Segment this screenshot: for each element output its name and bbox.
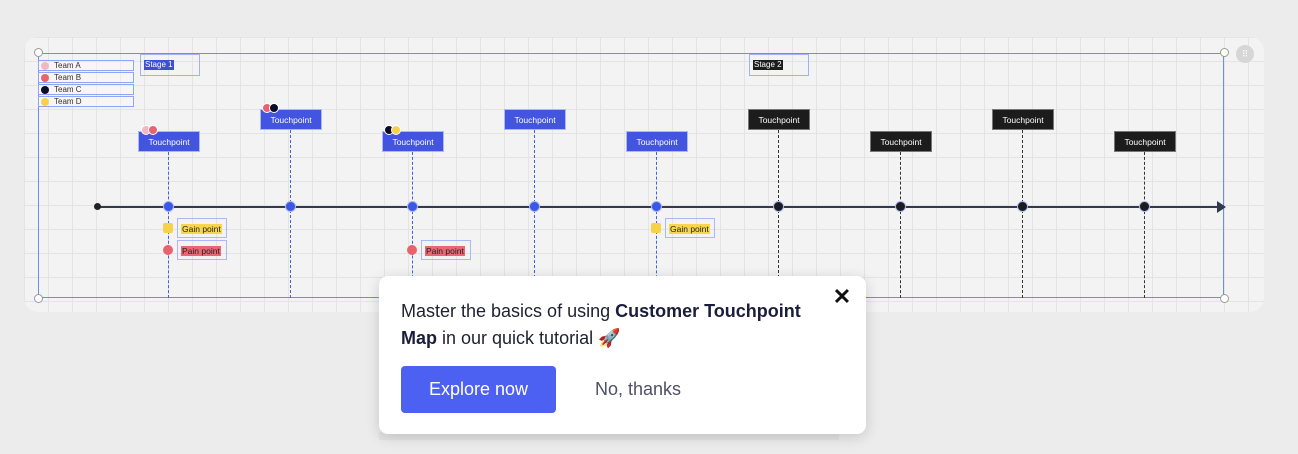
drag-grip-icon[interactable]: ⠿: [1236, 45, 1254, 63]
resize-handle-bottom-right[interactable]: [1220, 294, 1229, 303]
popup-text-start: Master the basics of using: [401, 301, 616, 321]
legend-label: Team C: [54, 85, 82, 94]
resize-handle-bottom-left[interactable]: [34, 294, 43, 303]
team-b-marker[interactable]: [148, 125, 158, 135]
pain-point-label: Pain point: [425, 246, 465, 256]
timeline-node[interactable]: [1139, 201, 1150, 212]
connector-line: [534, 130, 535, 298]
popup-text-end: in our quick tutorial: [437, 328, 594, 348]
close-icon[interactable]: ✕: [831, 286, 853, 308]
gain-point-box[interactable]: Gain point: [665, 218, 715, 238]
timeline-node[interactable]: [407, 201, 418, 212]
legend-team-c[interactable]: Team C: [38, 84, 134, 95]
gain-point-icon: [651, 223, 661, 233]
pain-point-icon: [407, 245, 417, 255]
gain-point-label: Gain point: [669, 224, 710, 234]
legend-label: Team A: [54, 61, 81, 70]
timeline-node[interactable]: [163, 201, 174, 212]
touchpoint-card-5[interactable]: Touchpoint: [626, 131, 688, 152]
team-c-marker[interactable]: [269, 103, 279, 113]
team-c-dot: [41, 86, 49, 94]
legend-team-a[interactable]: Team A: [38, 60, 134, 71]
timeline-node[interactable]: [773, 201, 784, 212]
no-thanks-button[interactable]: No, thanks: [580, 366, 696, 413]
timeline-node[interactable]: [529, 201, 540, 212]
resize-handle-top-right[interactable]: [1220, 48, 1229, 57]
timeline-node[interactable]: [651, 201, 662, 212]
gain-point-label: Gain point: [181, 224, 222, 234]
connector-line: [778, 130, 779, 298]
team-a-dot: [41, 62, 49, 70]
legend-team-d[interactable]: Team D: [38, 96, 134, 107]
pain-point-label: Pain point: [181, 246, 221, 256]
stage-2-box[interactable]: Stage 2: [749, 54, 809, 76]
connector-line: [290, 130, 291, 298]
team-d-marker[interactable]: [391, 125, 401, 135]
timeline-node[interactable]: [1017, 201, 1028, 212]
pain-point-box[interactable]: Pain point: [421, 240, 471, 260]
stage-1-box[interactable]: Stage 1: [140, 54, 200, 76]
connector-line: [1144, 152, 1145, 298]
pain-point-box[interactable]: Pain point: [177, 240, 227, 260]
stage-2-label: Stage 2: [753, 60, 783, 70]
explore-now-button[interactable]: Explore now: [401, 366, 556, 413]
timeline-node[interactable]: [895, 201, 906, 212]
touchpoint-card-4[interactable]: Touchpoint: [504, 109, 566, 130]
touchpoint-card-6[interactable]: Touchpoint: [748, 109, 810, 130]
legend-team-b[interactable]: Team B: [38, 72, 134, 83]
touchpoint-card-7[interactable]: Touchpoint: [870, 131, 932, 152]
popup-message: Master the basics of using Customer Touc…: [401, 298, 801, 352]
gain-point-box[interactable]: Gain point: [177, 218, 227, 238]
resize-handle-top-left[interactable]: [34, 48, 43, 57]
stage-1-label: Stage 1: [144, 60, 174, 70]
tutorial-popup: Master the basics of using Customer Touc…: [379, 276, 866, 434]
team-b-dot: [41, 74, 49, 82]
connector-line: [1022, 130, 1023, 298]
rocket-icon: 🚀: [598, 328, 621, 348]
touchpoint-card-8[interactable]: Touchpoint: [992, 109, 1054, 130]
whiteboard-canvas[interactable]: [24, 37, 1264, 312]
legend-label: Team B: [54, 73, 82, 82]
connector-line: [900, 152, 901, 298]
pain-point-icon: [163, 245, 173, 255]
timeline-start-dot: [94, 203, 101, 210]
gain-point-icon: [163, 223, 173, 233]
touchpoint-card-9[interactable]: Touchpoint: [1114, 131, 1176, 152]
team-d-dot: [41, 98, 49, 106]
timeline-node[interactable]: [285, 201, 296, 212]
timeline-arrow-icon: [1217, 201, 1226, 213]
legend-label: Team D: [54, 97, 82, 106]
